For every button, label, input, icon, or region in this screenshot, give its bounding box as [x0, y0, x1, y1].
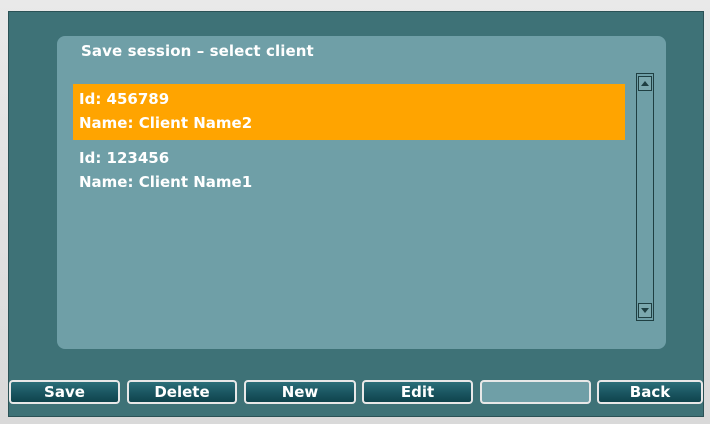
save-button[interactable]: Save: [9, 380, 120, 404]
bottom-toolbar: Save Delete New Edit Back: [9, 368, 703, 408]
client-id: Id: 456789: [79, 90, 170, 108]
client-list-item[interactable]: Id: 123456 Name: Client Name1: [73, 143, 625, 199]
new-button[interactable]: New: [244, 380, 356, 404]
device-bezel: Save session – select client Id: 456789 …: [0, 0, 710, 424]
arrow-down-icon: [641, 308, 649, 313]
edit-button[interactable]: Edit: [362, 380, 473, 404]
device-screen: Save session – select client Id: 456789 …: [8, 11, 704, 417]
select-client-dialog: Save session – select client Id: 456789 …: [57, 36, 666, 349]
client-name: Name: Client Name1: [79, 173, 253, 191]
client-id: Id: 123456: [79, 149, 170, 167]
scroll-down-button[interactable]: [638, 303, 652, 318]
delete-button[interactable]: Delete: [127, 380, 237, 404]
arrow-up-icon: [641, 81, 649, 86]
dialog-title: Save session – select client: [81, 42, 314, 60]
blank-softkey: [480, 380, 591, 404]
client-list: Id: 456789 Name: Client Name2 Id: 123456…: [67, 69, 635, 319]
client-name: Name: Client Name2: [79, 114, 253, 132]
client-list-item-selected[interactable]: Id: 456789 Name: Client Name2: [73, 84, 625, 140]
list-scrollbar[interactable]: [636, 73, 654, 321]
scroll-up-button[interactable]: [638, 76, 652, 91]
back-button[interactable]: Back: [597, 380, 703, 404]
